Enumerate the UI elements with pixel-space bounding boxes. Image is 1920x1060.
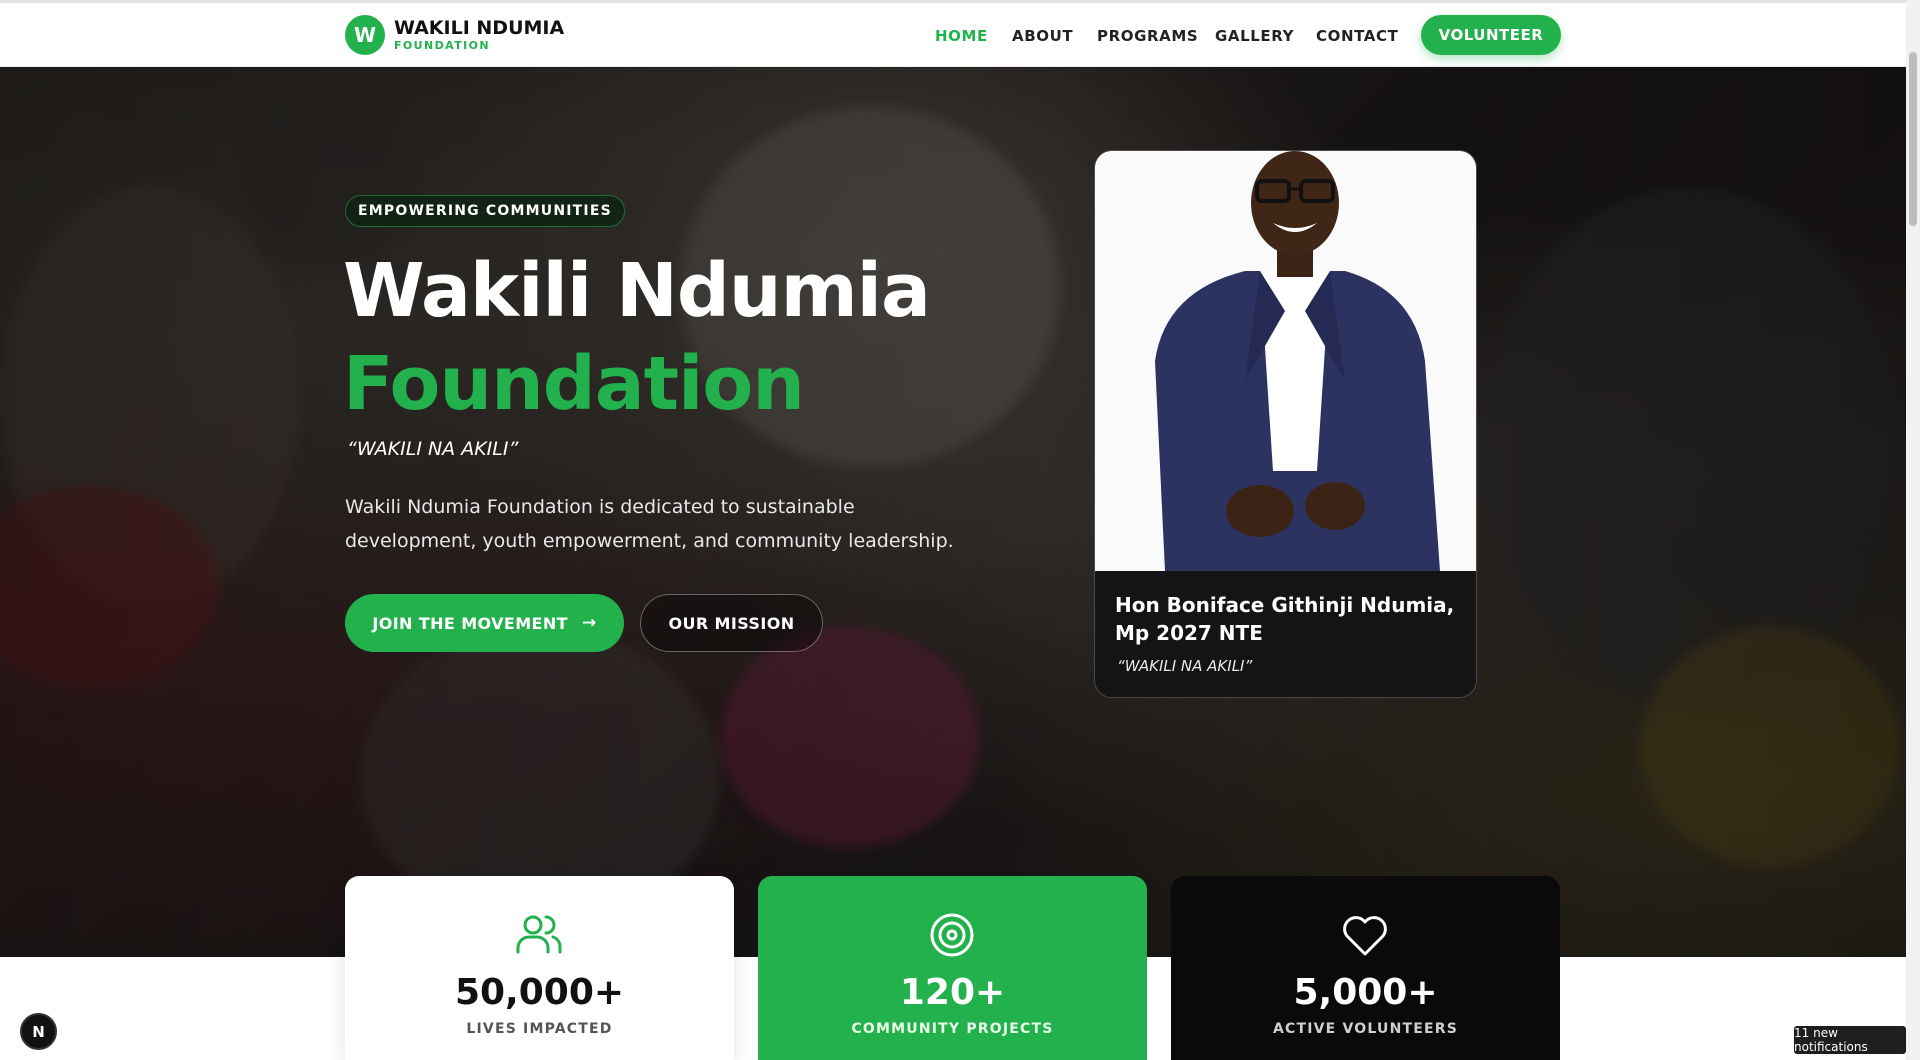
page-scrollbar[interactable] <box>1906 0 1920 1060</box>
profile-name: Hon Boniface Githinji Ndumia, Mp 2027 NT… <box>1115 593 1455 645</box>
main-menu: HOME ABOUT PROGRAMS GALLERY CONTACT <box>0 3 1906 67</box>
nav-link-programs[interactable]: PROGRAMS <box>1097 27 1198 45</box>
nav-link-contact[interactable]: CONTACT <box>1316 27 1398 45</box>
profile-info: Hon Boniface Githinji Ndumia, Mp 2027 NT… <box>1095 571 1476 697</box>
join-button-label: JOIN THE MOVEMENT <box>372 613 568 633</box>
stat-label: COMMUNITY PROJECTS <box>851 1021 1054 1037</box>
stat-card-community-projects: 120+ COMMUNITY PROJECTS <box>758 876 1147 1060</box>
hero-description: Wakili Ndumia Foundation is dedicated to… <box>345 496 954 552</box>
arrow-right-icon: → <box>581 613 597 633</box>
profile-motto: “WAKILI NA AKILI” <box>1117 657 1253 675</box>
stat-label: ACTIVE VOLUNTEERS <box>1272 1021 1459 1037</box>
profile-card: Hon Boniface Githinji Ndumia, Mp 2027 NT… <box>1094 150 1477 698</box>
hero-title-line-2: Foundation <box>343 341 805 427</box>
users-icon <box>516 915 562 954</box>
hero-motto: “WAKILI NA AKILI” <box>347 438 519 460</box>
stat-value: 120+ <box>899 972 1006 1013</box>
hero-section: EMPOWERING COMMUNITIES Wakili Ndumia Fou… <box>0 67 1906 957</box>
target-icon <box>930 913 974 957</box>
scrollbar-thumb[interactable] <box>1909 52 1917 226</box>
our-mission-button[interactable]: OUR MISSION <box>640 594 823 652</box>
nav-link-home[interactable]: HOME <box>935 27 988 45</box>
stat-value: 50,000+ <box>454 972 625 1013</box>
profile-photo <box>1095 151 1476 571</box>
person-portrait-icon <box>1095 151 1476 571</box>
stat-card-active-volunteers: 5,000+ ACTIVE VOLUNTEERS <box>1171 876 1560 1060</box>
nextjs-dev-indicator[interactable]: N <box>20 1013 57 1050</box>
join-the-movement-button[interactable]: JOIN THE MOVEMENT → <box>345 594 624 652</box>
hero-badge: EMPOWERING COMMUNITIES <box>345 195 625 227</box>
hero-title-line-1: Wakili Ndumia <box>343 248 931 334</box>
notifications-toast[interactable]: 11 new notifications <box>1794 1026 1906 1054</box>
top-navigation-bar: W WAKILI NDUMIA FOUNDATION HOME ABOUT PR… <box>0 0 1906 67</box>
nav-link-about[interactable]: ABOUT <box>1012 27 1073 45</box>
stat-label: LIVES IMPACTED <box>466 1021 613 1037</box>
heart-icon <box>1343 916 1387 956</box>
stat-card-lives-impacted: 50,000+ LIVES IMPACTED <box>345 876 734 1060</box>
nav-link-gallery[interactable]: GALLERY <box>1215 27 1294 45</box>
volunteer-button[interactable]: VOLUNTEER <box>1421 15 1561 55</box>
stat-value: 5,000+ <box>1293 972 1438 1013</box>
